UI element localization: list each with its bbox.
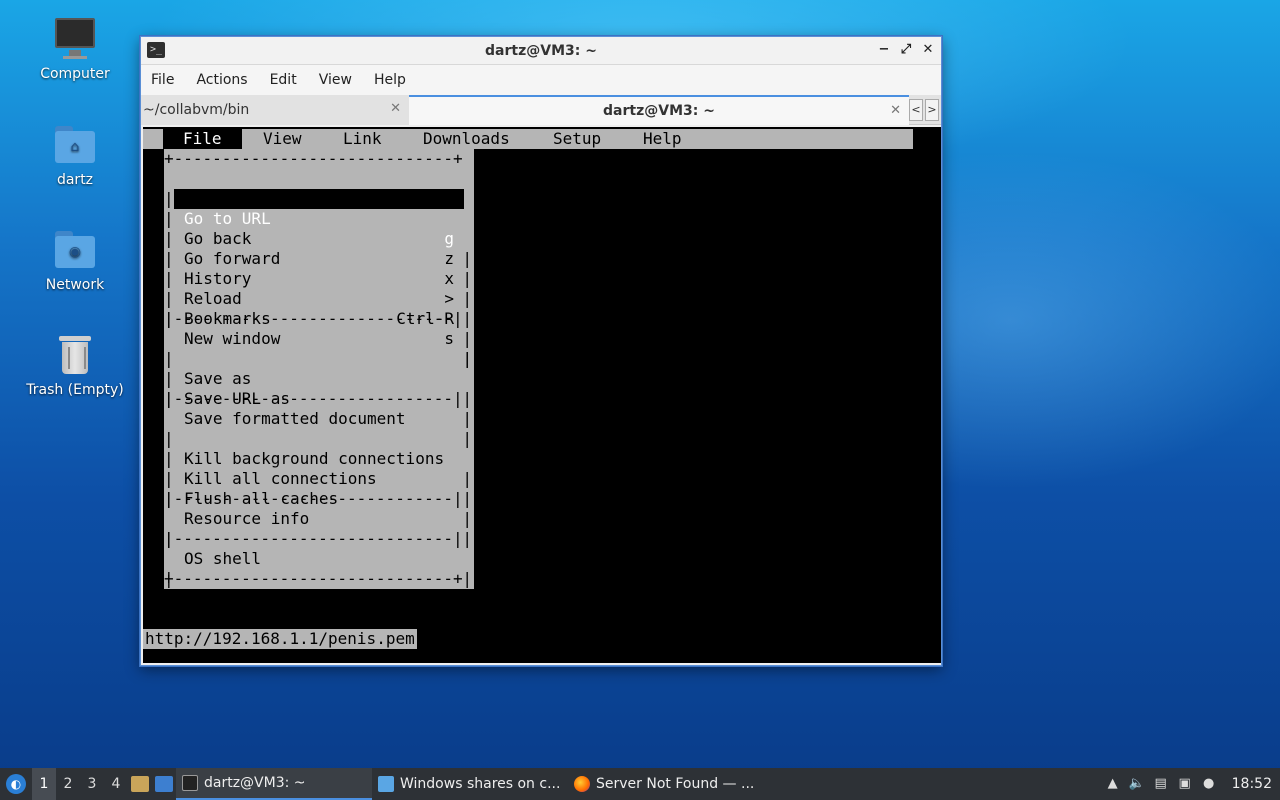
lynx-menu-downloads[interactable]: Downloads [423, 129, 510, 149]
task-file-manager[interactable]: Windows shares on c... [372, 768, 568, 800]
notification-icon[interactable]: ● [1200, 775, 1218, 793]
menu-item-save-url-as[interactable]: | Save URL as | [164, 349, 474, 428]
menu-item-kill-background-connections[interactable]: | Kill background connections | [164, 409, 474, 488]
menu-item-kill-all-connections[interactable]: | Kill all connections | [164, 429, 474, 508]
lynx-status-url: http://192.168.1.1/penis.pem [143, 629, 417, 649]
menu-item-save-formatted-document[interactable]: | Save formatted document | [164, 369, 474, 448]
menu-help[interactable]: Help [374, 72, 416, 88]
maximize-icon[interactable]: ⤢ [899, 41, 913, 59]
menu-item-reload[interactable]: | Reload Ctrl-R | [164, 249, 474, 348]
terminal-icon [182, 775, 198, 791]
menu-separator: |-----------------------------| [164, 309, 463, 328]
tab-close-icon[interactable]: ✕ [390, 101, 401, 116]
menu-separator: |-----------------------------| [164, 529, 463, 548]
network-folder-icon: ◉ [53, 227, 97, 271]
workspace-3[interactable]: 3 [80, 768, 104, 800]
tray-up-arrow-icon[interactable]: ▲ [1104, 775, 1122, 793]
home-folder-icon: ⌂ [53, 122, 97, 166]
close-icon[interactable]: ✕ [921, 41, 935, 59]
menu-item-history[interactable]: | History > | [164, 229, 474, 328]
trash-icon [53, 332, 97, 376]
chevron-left-icon[interactable]: < [909, 99, 923, 121]
firefox-icon [574, 776, 590, 792]
lynx-menubar: File View Link Downloads Setup Help [143, 129, 913, 149]
workspace-1[interactable]: 1 [32, 768, 56, 800]
menu-item-save-as[interactable]: | Save as | [164, 329, 474, 408]
tab-label: dartz@VM3: ~ [603, 103, 715, 119]
clock[interactable]: 18:52 [1224, 775, 1272, 793]
window-title: dartz@VM3: ~ [485, 42, 597, 59]
terminal-content[interactable]: File View Link Downloads Setup Help +---… [143, 127, 941, 663]
menu-separator: |-----------------------------| [164, 489, 463, 508]
window-controls: − ⤢ ✕ [877, 41, 935, 59]
minimize-icon[interactable]: − [877, 41, 891, 59]
desktop-icon-label: Network [45, 277, 105, 293]
tab-collabvm-bin[interactable]: ~/collabvm/bin ✕ [141, 95, 409, 125]
tab-label: ~/collabvm/bin [143, 102, 250, 118]
menu-item-go-to-url[interactable]: | Go to URL g | [164, 169, 474, 268]
task-label: Server Not Found — ... [596, 776, 755, 792]
lynx-menu-setup[interactable]: Setup [553, 129, 601, 149]
menu-file[interactable]: File [151, 72, 184, 88]
task-label: dartz@VM3: ~ [204, 775, 306, 791]
lynx-menu-help[interactable]: Help [643, 129, 682, 149]
window-titlebar[interactable]: >_ dartz@VM3: ~ − ⤢ ✕ [141, 37, 941, 65]
menu-item-go-forward[interactable]: | Go forward x | [164, 209, 474, 308]
desktop-icon-home[interactable]: ⌂ dartz [20, 122, 130, 188]
desktop-icon-trash[interactable]: Trash (Empty) [20, 332, 130, 398]
lynx-menu-file[interactable]: File [163, 129, 242, 149]
show-desktop-icon [155, 776, 173, 792]
quick-launch-desktop[interactable] [152, 768, 176, 800]
quick-launch-files[interactable] [128, 768, 152, 800]
file-manager-icon [378, 776, 394, 792]
task-terminal[interactable]: dartz@VM3: ~ [176, 768, 372, 800]
menu-item-exit[interactable]: | Exit q | [164, 549, 474, 648]
clipboard-icon[interactable]: ▤ [1152, 775, 1170, 793]
computer-icon [53, 16, 97, 60]
menu-separator: |-----------------------------| [164, 389, 463, 408]
tab-scroll-buttons: < > [909, 99, 939, 121]
lynx-menu-view[interactable]: View [263, 129, 302, 149]
workspace-4[interactable]: 4 [104, 768, 128, 800]
desktop-icon-label: dartz [56, 172, 94, 188]
tab-close-icon[interactable]: ✕ [890, 103, 901, 118]
workspace-2[interactable]: 2 [56, 768, 80, 800]
menu-border-bottom: +-----------------------------+ [164, 569, 463, 588]
desktop-icon-label: Computer [40, 66, 110, 82]
task-firefox[interactable]: Server Not Found — ... [568, 768, 764, 800]
desktop-icon-label: Trash (Empty) [26, 382, 124, 398]
menu-item-os-shell[interactable]: | OS shell | [164, 509, 474, 588]
taskbar: ◐ 1 2 3 4 dartz@VM3: ~ Windows shares on… [0, 768, 1280, 800]
menu-item-bookmarks[interactable]: | Bookmarks s | [164, 269, 474, 368]
file-cabinet-icon [131, 776, 149, 792]
terminal-menubar: File Actions Edit View Help [141, 65, 941, 95]
chevron-right-icon[interactable]: > [925, 99, 939, 121]
menu-item-flush-all-caches[interactable]: | Flush all caches | [164, 449, 474, 528]
lynx-file-menu: +-----------------------------+ | Go to … [164, 149, 474, 648]
system-tray: ▲ 🔈 ▤ ▣ ● 18:52 [1104, 768, 1280, 800]
menu-border-top: +-----------------------------+ [164, 149, 463, 168]
menu-view[interactable]: View [319, 72, 362, 88]
start-menu-button[interactable]: ◐ [0, 768, 32, 800]
menu-edit[interactable]: Edit [270, 72, 307, 88]
terminal-window[interactable]: >_ dartz@VM3: ~ − ⤢ ✕ File Actions Edit … [140, 36, 942, 666]
desktop-icon-computer[interactable]: Computer [20, 16, 130, 82]
desktop-icon-network[interactable]: ◉ Network [20, 227, 130, 293]
start-logo-icon: ◐ [6, 774, 26, 794]
tab-dartz-home[interactable]: dartz@VM3: ~ ✕ [409, 95, 909, 125]
task-label: Windows shares on c... [400, 776, 561, 792]
menu-actions[interactable]: Actions [196, 72, 257, 88]
menu-item-go-back[interactable]: | Go back z | [164, 189, 474, 288]
menu-item-resource-info[interactable]: | Resource info | [164, 469, 474, 548]
tab-bar: ~/collabvm/bin ✕ dartz@VM3: ~ ✕ < > [141, 95, 941, 125]
lynx-menu-link[interactable]: Link [343, 129, 382, 149]
volume-icon[interactable]: 🔈 [1128, 775, 1146, 793]
terminal-app-icon: >_ [147, 42, 165, 58]
network-icon[interactable]: ▣ [1176, 775, 1194, 793]
menu-item-new-window[interactable]: | New window | [164, 289, 474, 368]
